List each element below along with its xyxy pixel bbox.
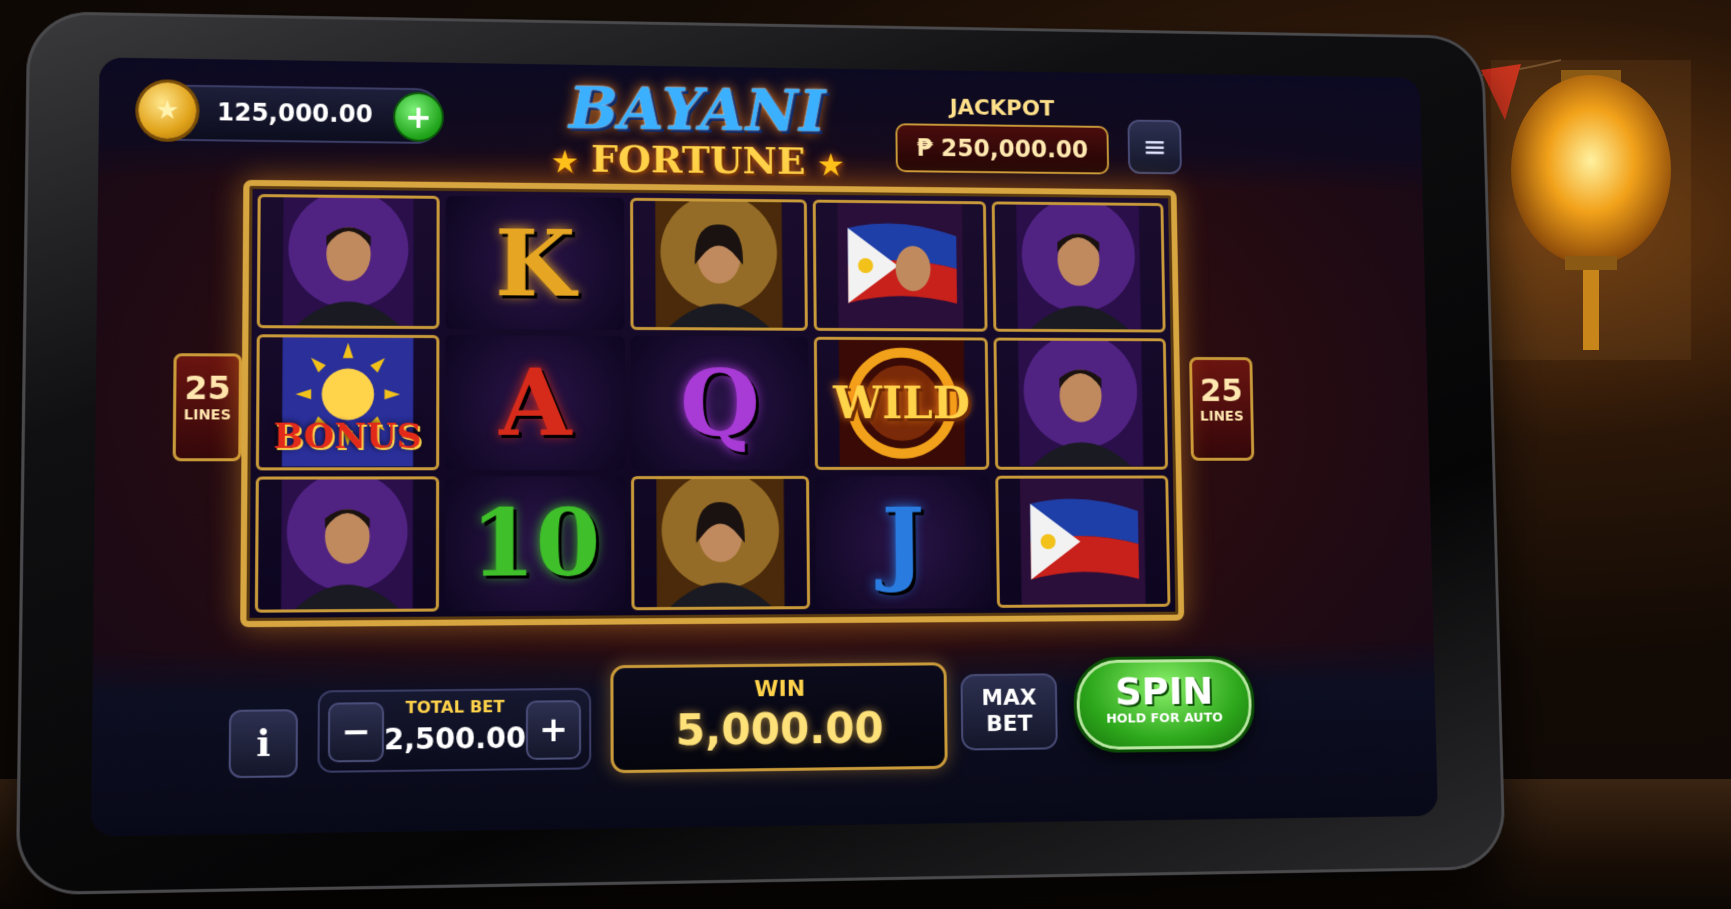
hero-portrait-icon — [260, 197, 436, 326]
symbol-letter-Q: Q — [680, 357, 761, 449]
spin-button[interactable]: SPIN HOLD FOR AUTO — [1073, 656, 1255, 753]
lines-badge-left: 25 LINES — [173, 353, 243, 461]
star-icon: ★ — [818, 149, 843, 182]
lines-label: LINES — [176, 407, 239, 423]
reel-cell-flag-hero — [813, 200, 988, 332]
max-bet-label-line1: MAX — [963, 685, 1056, 712]
jackpot-value: ₱ 250,000.00 — [895, 123, 1109, 174]
reel-cell-hero-portrait — [255, 476, 439, 613]
heroine-portrait-icon — [634, 479, 807, 608]
symbol-letter-10: 10 — [470, 497, 600, 591]
lines-count: 25 — [1192, 372, 1250, 409]
reel-cell-wild: WILD — [814, 337, 990, 469]
game-logo: BAYANI ★ FORTUNE ★ — [529, 78, 867, 191]
wild-text: WILD — [817, 378, 986, 429]
lantern — [1491, 60, 1691, 360]
star-icon: ★ — [552, 145, 577, 178]
symbol-letter-J: J — [881, 496, 925, 588]
hero-portrait-icon — [258, 479, 436, 610]
symbol-letter-A: A — [499, 356, 571, 449]
reel-cell-letter: 10 — [445, 476, 626, 612]
reel-cell-heroine-portrait — [631, 476, 810, 611]
max-bet-label-line2: BET — [963, 711, 1056, 738]
menu-button[interactable]: ≡ — [1127, 120, 1182, 175]
win-display: WIN 5,000.00 — [610, 662, 947, 773]
hero-portrait-icon — [995, 204, 1163, 329]
reel-cell-hero-portrait — [257, 194, 440, 329]
balance-value: 125,000.00 — [217, 98, 373, 128]
increase-bet-button[interactable]: + — [526, 700, 581, 760]
philippine-flag-icon — [999, 478, 1168, 605]
reel-cell-letter: Q — [631, 336, 809, 469]
hamburger-menu-icon: ≡ — [1142, 130, 1167, 164]
symbol-letter-K: K — [495, 217, 576, 309]
logo-title-line1: BAYANI — [529, 78, 867, 142]
jackpot-label: JACKPOT — [895, 95, 1108, 122]
reel-cell-letter: K — [445, 196, 625, 330]
reel-cell-letter: A — [445, 335, 625, 469]
balance-display: ★ 125,000.00 + — [140, 84, 442, 144]
max-bet-button[interactable]: MAX BET — [960, 673, 1057, 750]
heroine-portrait-icon — [633, 201, 804, 328]
jackpot-display: JACKPOT ₱ 250,000.00 — [895, 95, 1109, 175]
reel-cell-heroine-portrait — [630, 198, 807, 331]
info-button[interactable]: i — [229, 709, 298, 778]
reel-cell-letter: J — [815, 475, 992, 609]
total-bet-control: − TOTAL BET 2,500.00 + — [317, 688, 591, 773]
game-screen: ★ 125,000.00 + BAYANI ★ FORTUNE ★ JACKPO… — [91, 57, 1438, 836]
win-value: 5,000.00 — [614, 702, 945, 755]
logo-title-line2: ★ FORTUNE ★ — [529, 137, 867, 186]
reel-cell-flag — [996, 475, 1171, 608]
reel-cell-hero-portrait — [992, 201, 1166, 332]
logo-title-text: FORTUNE — [591, 136, 806, 183]
lines-count: 25 — [176, 368, 239, 407]
reel-cell-hero-portrait — [994, 338, 1168, 470]
win-label: WIN — [613, 675, 944, 703]
spin-label: SPIN — [1076, 669, 1251, 715]
hero-portrait-icon — [997, 341, 1165, 467]
tablet-device: ★ 125,000.00 + BAYANI ★ FORTUNE ★ JACKPO… — [16, 11, 1506, 895]
philippine-flag-icon — [815, 203, 984, 329]
bonus-text: BONUS — [259, 416, 436, 457]
add-funds-button[interactable]: + — [393, 92, 444, 142]
lines-badge-right: 25 LINES — [1189, 357, 1254, 461]
reel-grid: K BONUS A Q WILD 10 J — [240, 180, 1184, 627]
spin-hold-hint: HOLD FOR AUTO — [1077, 710, 1252, 727]
reel-cell-bonus: BONUS — [256, 335, 439, 470]
coin-icon: ★ — [138, 82, 196, 139]
lines-label: LINES — [1193, 409, 1251, 425]
